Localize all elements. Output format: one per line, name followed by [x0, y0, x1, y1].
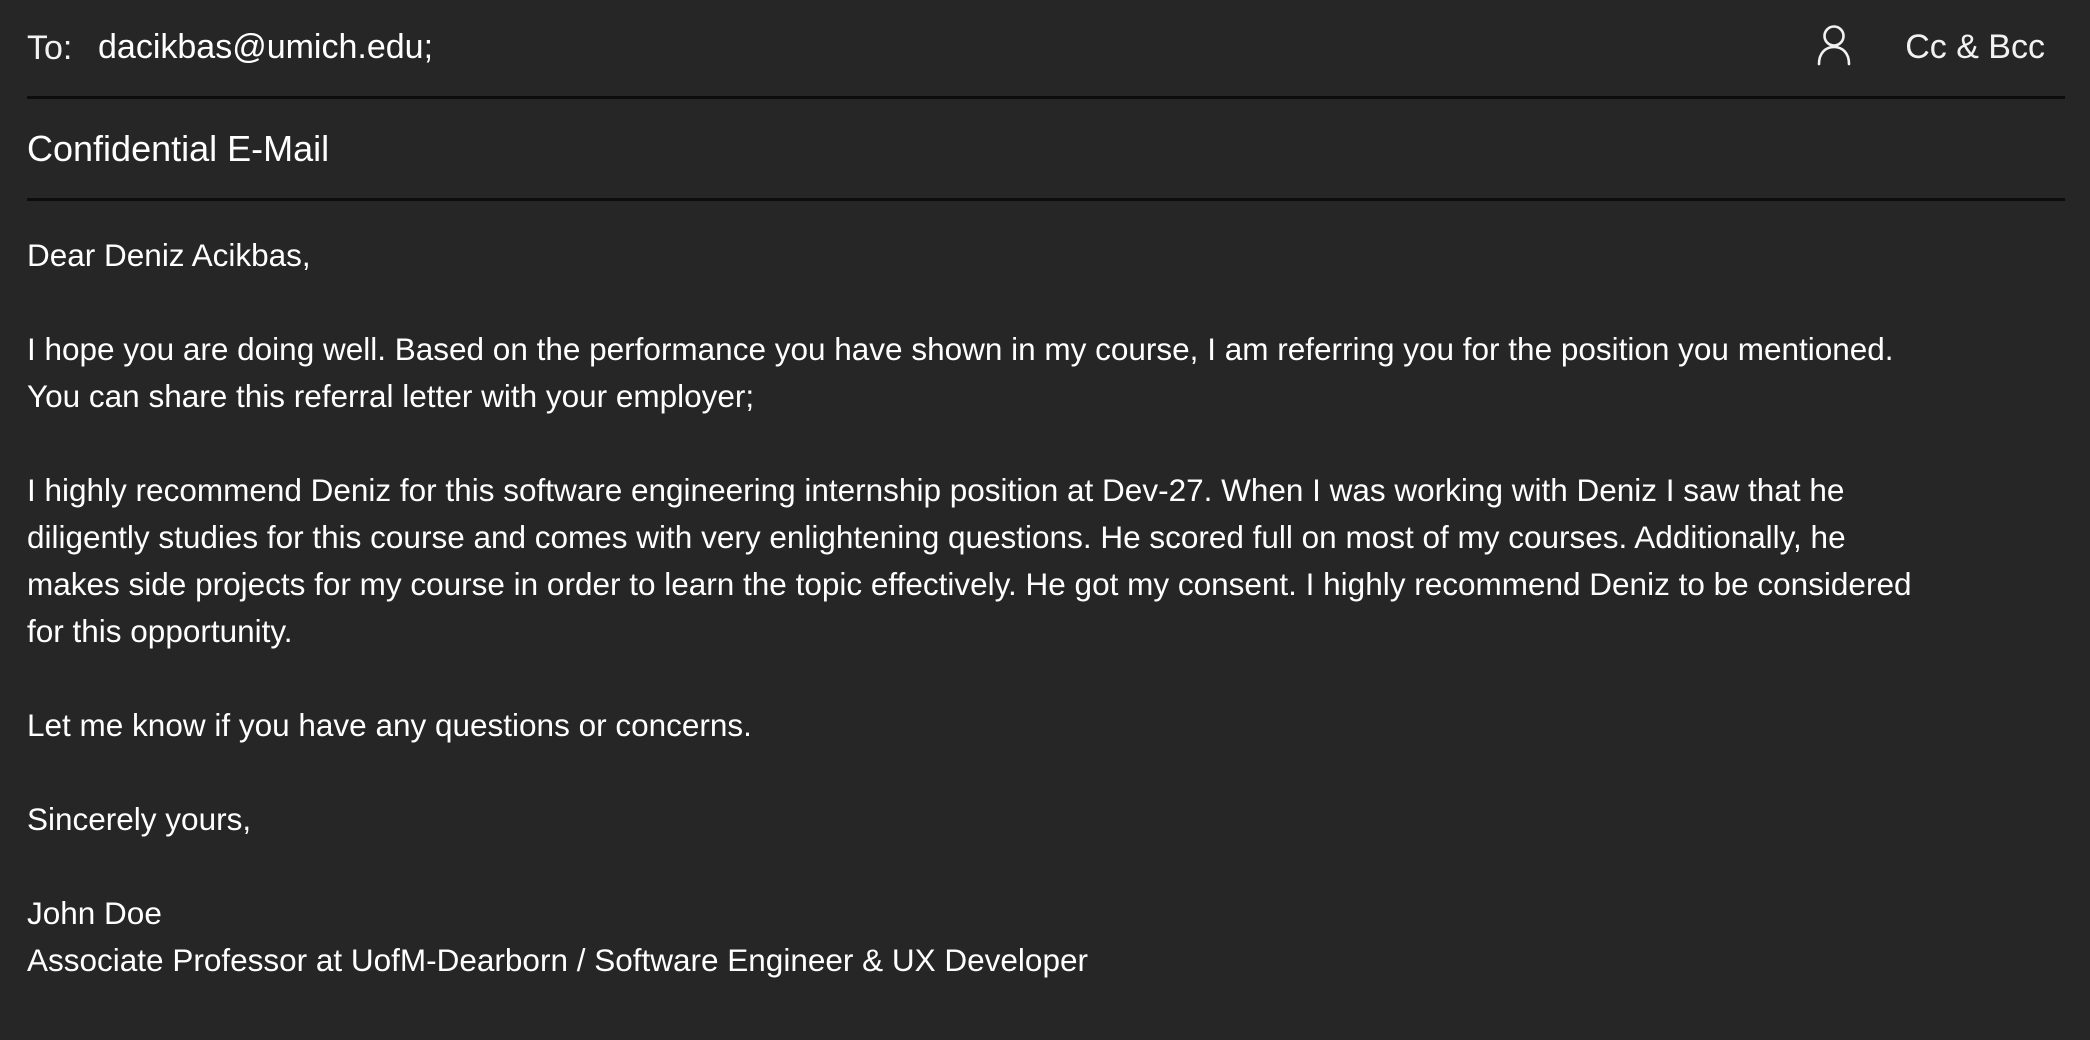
contacts-button[interactable]: [1813, 22, 1855, 68]
signature-title: Associate Professor at UofM-Dearborn / S…: [27, 942, 1088, 978]
cc-bcc-button[interactable]: Cc & Bcc: [1905, 26, 2045, 68]
paragraph-2-line-1: I highly recommend Deniz for this softwa…: [27, 472, 1845, 508]
paragraph-2-line-3: makes side projects for my course in ord…: [27, 566, 1912, 602]
message-body[interactable]: Dear Deniz Acikbas, I hope you are doing…: [27, 232, 2057, 984]
closing: Sincerely yours,: [27, 801, 252, 837]
to-label: To:: [27, 29, 73, 67]
paragraph-2-line-4: for this opportunity.: [27, 613, 293, 649]
person-icon: [1817, 25, 1851, 66]
paragraph-2-line-2: diligently studies for this course and c…: [27, 519, 1846, 555]
greeting: Dear Deniz Acikbas,: [27, 237, 311, 273]
to-field[interactable]: [98, 26, 1698, 68]
paragraph-1-line-2: You can share this referral letter with …: [27, 378, 755, 414]
subject-field[interactable]: Confidential E-Mail: [27, 127, 1927, 171]
subject-row: Confidential E-Mail: [27, 99, 2065, 201]
paragraph-3: Let me know if you have any questions or…: [27, 707, 752, 743]
signature-name: John Doe: [27, 895, 162, 931]
to-row: To: Cc & Bcc: [27, 0, 2065, 99]
paragraph-1-line-1: I hope you are doing well. Based on the …: [27, 331, 1894, 367]
email-compose-pane: To: Cc & Bcc Confidential E-Mail Dear De…: [27, 0, 2065, 1040]
